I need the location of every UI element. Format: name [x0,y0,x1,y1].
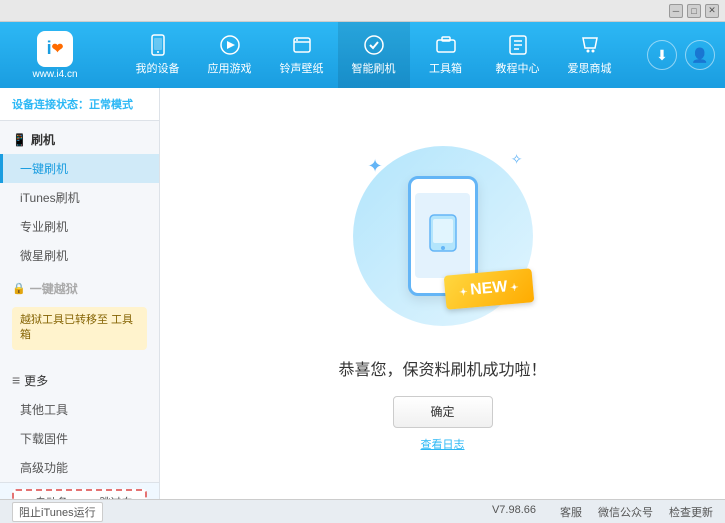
nav-tutorial[interactable]: 教程中心 [482,22,554,88]
confirm-button[interactable]: 确定 [393,396,493,428]
nav-apps-label: 应用游戏 [208,60,252,76]
lock-icon: 🔒 [12,282,26,295]
stop-itunes-button[interactable]: 阻止iTunes运行 [12,502,103,522]
logo-area[interactable]: i❤ www.i4.cn [10,31,100,80]
maximize-button[interactable]: □ [687,4,701,18]
user-button[interactable]: 👤 [685,40,715,70]
logo-text: www.i4.cn [32,69,77,80]
tutorial-icon [507,34,529,56]
phone-screen [415,193,470,278]
device-status-bar: 设备连接状态：正常模式 [0,88,159,121]
via-wizard-checkbox[interactable]: 跳过向导 [85,494,140,499]
sidebar-item-pro-flash[interactable]: 专业刷机 [0,212,159,241]
jailbreak-note-text: 越狱工具已转移至 工具箱 [20,314,133,341]
nav-my-device-label: 我的设备 [136,60,180,76]
nav-tools[interactable]: 工具箱 [410,22,482,88]
nav-shop[interactable]: 爱思商城 [554,22,626,88]
check-update-link[interactable]: 检查更新 [669,504,713,520]
logo-icon: i❤ [37,31,73,67]
nav-tutorial-label: 教程中心 [496,60,540,76]
download-button[interactable]: ⬇ [647,40,677,70]
my-device-icon [147,34,169,56]
new-badge: NEW [444,268,534,310]
header: i❤ www.i4.cn 我的设备 应用游戏 铃声壁纸 智能刷机 [0,22,725,88]
sidebar-item-itunes[interactable]: iTunes刷机 [0,183,159,212]
smart-shop-icon [363,34,385,56]
success-message: 恭喜您，保资料刷机成功啦！ [338,356,546,380]
flash-section: 📱 刷机 一键刷机 iTunes刷机 专业刷机 微星刷机 [0,125,159,270]
other-tools-label: 其他工具 [20,403,68,417]
sidebar-item-download-fw[interactable]: 下载固件 [0,424,159,453]
ringtones-icon [291,34,313,56]
sparkle-left-icon: ✦ [368,156,383,177]
main-area: 设备连接状态：正常模式 📱 刷机 一键刷机 iTunes刷机 专业刷机 微星刷机… [0,88,725,499]
jailbreak-section: 🔒 一键越狱 越狱工具已转移至 工具箱 [0,274,159,354]
apps-icon [219,34,241,56]
jailbreak-header: 🔒 一键越狱 [0,274,159,303]
more-section-header: ≡ 更多 [0,366,159,395]
via-wizard-label: 跳过向导 [100,494,140,499]
download-fw-label: 下载固件 [20,432,68,446]
nav-smart-shop[interactable]: 智能刷机 [338,22,410,88]
flash-section-icon: 📱 [12,133,27,147]
return-button[interactable]: 查看日志 [421,436,465,452]
sidebar: 设备连接状态：正常模式 📱 刷机 一键刷机 iTunes刷机 专业刷机 微星刷机… [0,88,160,499]
phone-illustration: ✦ ✧ NEW [343,136,543,336]
more-section: ≡ 更多 其他工具 下载固件 高级功能 [0,366,159,482]
nav-bar: 我的设备 应用游戏 铃声壁纸 智能刷机 工具箱 [100,22,647,88]
nav-ringtones[interactable]: 铃声壁纸 [266,22,338,88]
pro-flash-label: 专业刷机 [20,220,68,234]
nav-apps[interactable]: 应用游戏 [194,22,266,88]
more-label: 更多 [24,372,48,389]
nav-right-buttons: ⬇ 👤 [647,40,715,70]
flash-section-label: 刷机 [31,131,55,148]
window-controls[interactable]: ─ □ ✕ [669,4,719,18]
status-prefix-label: 设备连接状态： [12,99,89,111]
close-button[interactable]: ✕ [705,4,719,18]
sidebar-item-one-key[interactable]: 一键刷机 [0,154,159,183]
itunes-label: iTunes刷机 [20,191,80,205]
one-key-label: 一键刷机 [20,162,68,176]
flash-section-header: 📱 刷机 [0,125,159,154]
nav-tools-label: 工具箱 [429,60,462,76]
checkbox-area: 自动备还 跳过向导 [0,482,159,499]
nav-shop-label: 爱思商城 [568,60,612,76]
sidebar-item-other-tools[interactable]: 其他工具 [0,395,159,424]
sidebar-item-advanced[interactable]: 高级功能 [0,453,159,482]
shop-icon [579,34,601,56]
auto-backup-label: 自动备还 [35,494,75,499]
micro-flash-label: 微星刷机 [20,249,68,263]
wechat-link[interactable]: 微信公众号 [598,504,653,520]
bottom-bar: 阻止iTunes运行 V7.98.66 客服 微信公众号 检查更新 [0,499,725,523]
bottom-left: 阻止iTunes运行 [12,502,103,522]
nav-my-device[interactable]: 我的设备 [122,22,194,88]
auto-backup-checkbox[interactable]: 自动备还 [20,494,75,499]
status-value: 正常模式 [89,99,133,111]
jailbreak-note: 越狱工具已转移至 工具箱 [12,307,147,350]
sidebar-item-micro-flash[interactable]: 微星刷机 [0,241,159,270]
customer-service-link[interactable]: 客服 [560,504,582,520]
nav-ringtones-label: 铃声壁纸 [280,60,324,76]
content-area: ✦ ✧ NEW 恭喜您，保资料刷机成功啦！ 确定 查看日 [160,88,725,499]
minimize-button[interactable]: ─ [669,4,683,18]
sparkle-right-icon: ✧ [511,151,523,168]
more-icon: ≡ [12,372,20,388]
bottom-right: V7.98.66 客服 微信公众号 检查更新 [492,504,713,520]
jailbreak-label: 一键越狱 [30,280,78,297]
tools-icon [435,34,457,56]
titlebar: ─ □ ✕ [0,0,725,22]
checkbox-highlight-box: 自动备还 跳过向导 [12,489,147,499]
phone-screen-inner [428,213,458,259]
nav-smart-shop-label: 智能刷机 [352,60,396,76]
advanced-label: 高级功能 [20,461,68,475]
version-text: V7.98.66 [492,504,536,520]
